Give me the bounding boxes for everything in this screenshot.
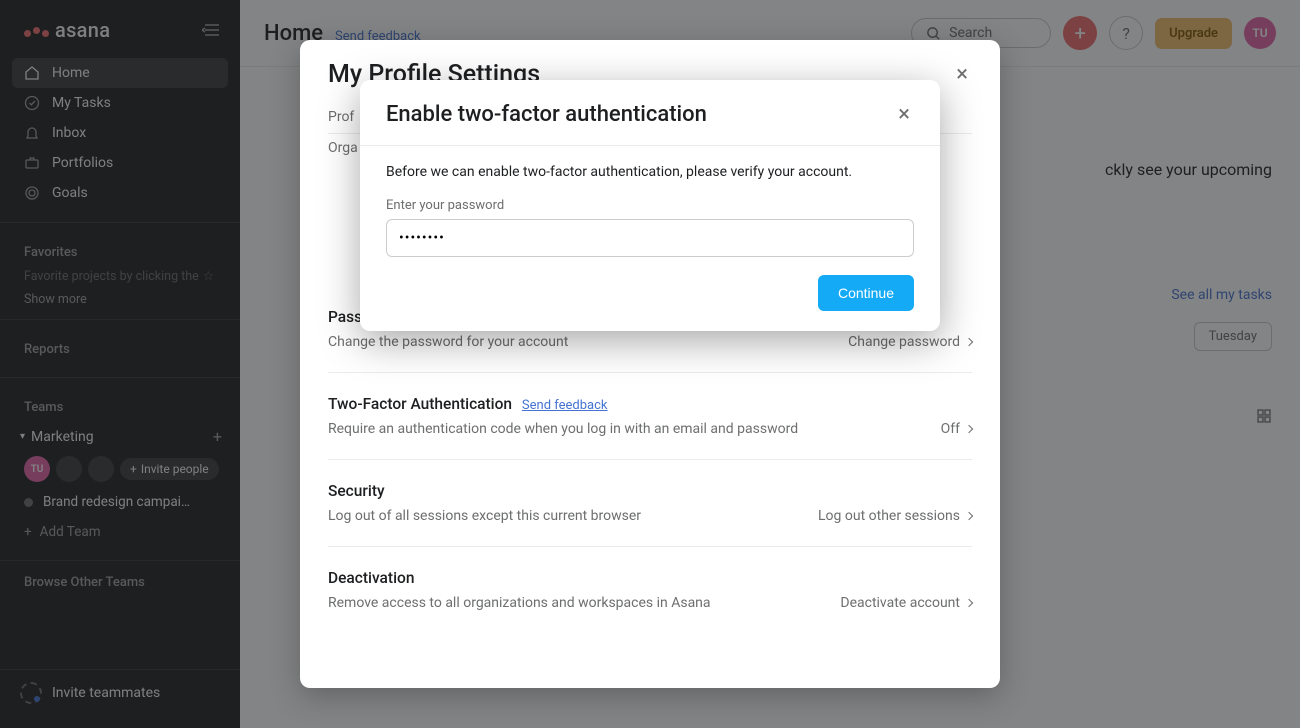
section-heading: Deactivation [328, 569, 972, 587]
settings-section-security: Security Log out of all sessions except … [328, 460, 972, 547]
settings-section-deactivation: Deactivation Remove access to all organi… [328, 547, 972, 633]
tab-profile[interactable]: Prof [328, 101, 354, 133]
tfa-modal: Enable two-factor authentication × Befor… [360, 80, 940, 331]
section-heading: Security [328, 482, 972, 500]
settings-section-tfa: Two-Factor Authentication Send feedback … [328, 373, 972, 460]
close-icon[interactable]: × [952, 58, 972, 91]
password-input[interactable] [386, 219, 914, 257]
logout-sessions-button[interactable]: Log out other sessions [818, 508, 972, 524]
chevron-right-icon [965, 338, 973, 346]
chevron-right-icon [965, 512, 973, 520]
section-heading: Two-Factor Authentication Send feedback [328, 395, 972, 413]
change-password-button[interactable]: Change password [848, 334, 972, 350]
chevron-right-icon [965, 425, 973, 433]
section-desc: Change the password for your account [328, 334, 568, 350]
tfa-intro: Before we can enable two-factor authenti… [386, 164, 914, 180]
close-icon[interactable]: × [894, 98, 914, 131]
section-desc: Require an authentication code when you … [328, 421, 798, 437]
deactivate-account-button[interactable]: Deactivate account [840, 595, 972, 611]
continue-button[interactable]: Continue [818, 275, 914, 311]
send-feedback-link[interactable]: Send feedback [522, 398, 608, 413]
chevron-right-icon [965, 599, 973, 607]
tfa-title: Enable two-factor authentication [386, 102, 707, 127]
password-label: Enter your password [386, 198, 914, 213]
tfa-toggle[interactable]: Off [941, 421, 972, 437]
section-desc: Log out of all sessions except this curr… [328, 508, 641, 524]
section-desc: Remove access to all organizations and w… [328, 595, 711, 611]
